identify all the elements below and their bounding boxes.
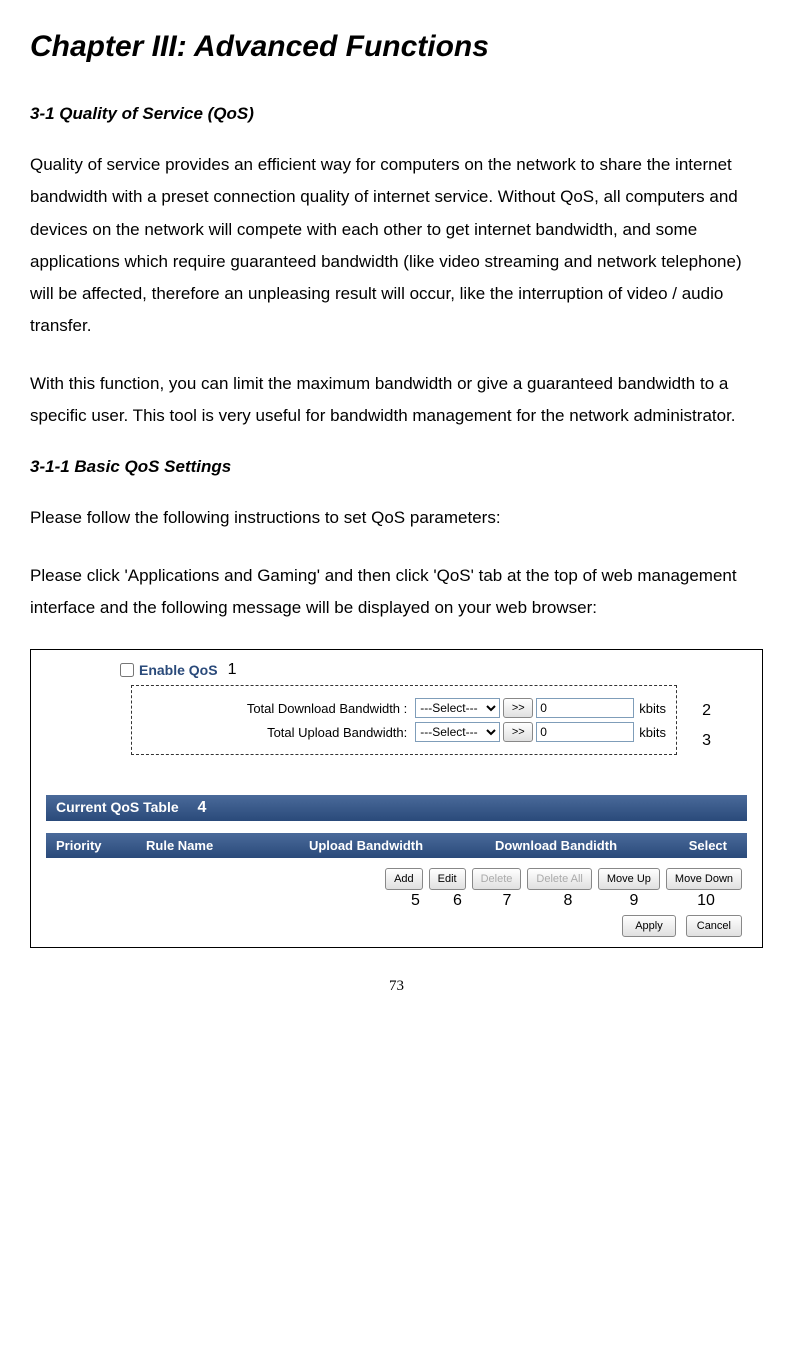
col-upload: Upload Bandwidth [276, 838, 456, 853]
callout-8: 8 [538, 892, 598, 910]
upload-kbits-label: kbits [639, 725, 666, 740]
download-arrow-button[interactable]: >> [503, 698, 533, 718]
col-download: Download Bandidth [456, 838, 656, 853]
download-bw-input[interactable] [536, 698, 634, 718]
callout-9: 9 [604, 892, 664, 910]
callout-4: 4 [198, 799, 207, 816]
upload-bw-select[interactable]: ---Select--- [415, 722, 500, 742]
download-bw-select[interactable]: ---Select--- [415, 698, 500, 718]
qos-table-title: Current QoS Table [56, 799, 179, 815]
upload-bw-input[interactable] [536, 722, 634, 742]
callout-10: 10 [670, 892, 742, 910]
callout-1: 1 [228, 661, 237, 679]
paragraph-2: With this function, you can limit the ma… [30, 368, 763, 433]
move-down-button[interactable]: Move Down [666, 868, 742, 890]
qos-table-header: Priority Rule Name Upload Bandwidth Down… [46, 833, 747, 858]
enable-qos-checkbox[interactable] [120, 663, 134, 677]
col-rule-name: Rule Name [146, 838, 276, 853]
section-title-3-1-1: 3-1-1 Basic QoS Settings [30, 457, 763, 477]
delete-button[interactable]: Delete [472, 868, 522, 890]
qos-table-title-bar: Current QoS Table 4 [46, 795, 747, 821]
download-kbits-label: kbits [639, 701, 666, 716]
callout-6: 6 [439, 892, 476, 910]
paragraph-4: Please click 'Applications and Gaming' a… [30, 560, 763, 625]
upload-arrow-button[interactable]: >> [503, 722, 533, 742]
callout-3: 3 [702, 726, 711, 756]
bandwidth-box: Total Download Bandwidth : ---Select--- … [131, 685, 677, 755]
edit-button[interactable]: Edit [429, 868, 466, 890]
section-title-3-1: 3-1 Quality of Service (QoS) [30, 104, 763, 124]
paragraph-3: Please follow the following instructions… [30, 502, 763, 534]
paragraph-1: Quality of service provides an efficient… [30, 149, 763, 343]
apply-button[interactable]: Apply [622, 915, 676, 937]
qos-screenshot: Enable QoS 1 Total Download Bandwidth : … [30, 649, 763, 948]
delete-all-button[interactable]: Delete All [527, 868, 591, 890]
upload-bw-label: Total Upload Bandwidth: [142, 725, 415, 740]
download-bw-label: Total Download Bandwidth : [142, 701, 415, 716]
chapter-title: Chapter III: Advanced Functions [30, 30, 763, 64]
col-select: Select [656, 838, 737, 853]
callout-7: 7 [482, 892, 532, 910]
add-button[interactable]: Add [385, 868, 423, 890]
callout-5: 5 [398, 892, 433, 910]
col-priority: Priority [56, 838, 146, 853]
move-up-button[interactable]: Move Up [598, 868, 660, 890]
callout-2: 2 [702, 696, 711, 726]
page-number: 73 [30, 978, 763, 995]
cancel-button[interactable]: Cancel [686, 915, 742, 937]
enable-qos-label: Enable QoS [139, 662, 218, 678]
